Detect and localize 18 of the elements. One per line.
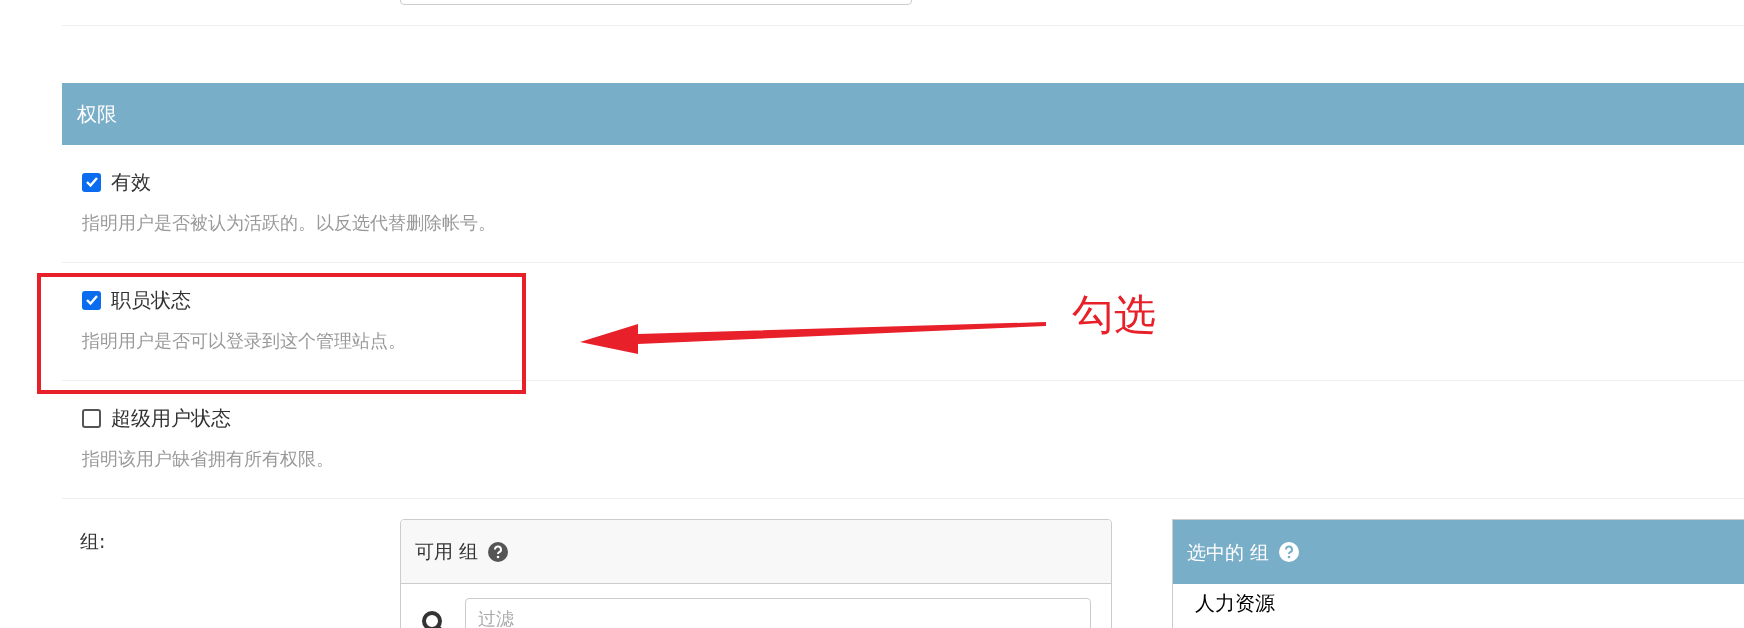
- filter-field[interactable]: 过滤: [465, 598, 1091, 628]
- section-title: 权限: [77, 101, 117, 128]
- help-text: 指明用户是否被认为活跃的。以反选代替删除帐号。: [82, 211, 496, 235]
- help-text: 指明该用户缺省拥有所有权限。: [82, 447, 334, 471]
- checkbox[interactable]: [82, 290, 101, 310]
- checkbox-label: 有效: [111, 169, 151, 196]
- help-icon: [488, 541, 509, 562]
- panel-title: 选中的 组: [1187, 539, 1270, 565]
- help-text: 指明用户是否可以登录到这个管理站点。: [82, 329, 406, 353]
- checkbox[interactable]: [82, 408, 101, 428]
- checkbox-label: 职员状态: [111, 287, 191, 314]
- field-label: 组:: [79, 529, 107, 554]
- list-item[interactable]: 人力资源: [1195, 588, 1275, 618]
- annotation-text: 勾选: [1072, 294, 1156, 336]
- help-icon: [1279, 542, 1300, 562]
- panel-title: 可用 组: [415, 539, 479, 565]
- checkbox[interactable]: [82, 172, 101, 192]
- checkbox-label: 超级用户状态: [111, 405, 231, 432]
